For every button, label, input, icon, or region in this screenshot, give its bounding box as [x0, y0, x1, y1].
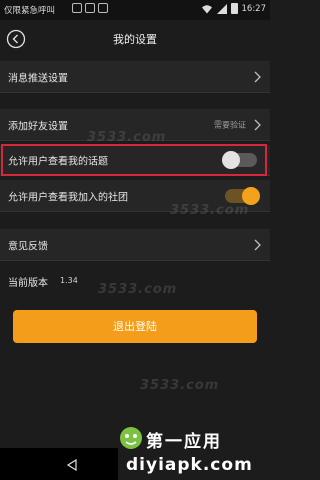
feedback-row[interactable]: 意见反馈	[0, 229, 270, 261]
status-time: 16:27	[241, 3, 267, 14]
brand-watermark: 第一应用 diyiapk.com	[118, 425, 268, 480]
brand-logo-icon	[120, 427, 142, 449]
logout-button[interactable]: 退出登陆	[13, 310, 257, 343]
toggle-knob	[242, 186, 260, 205]
wifi-icon	[201, 4, 212, 13]
highlight-box	[1, 144, 267, 176]
notification-icon	[72, 3, 82, 13]
watermark-text: 3533.com	[87, 130, 167, 145]
clubs-visibility-toggle[interactable]	[225, 186, 260, 205]
notification-icons	[72, 3, 108, 13]
status-icons: 16:27	[201, 3, 267, 14]
signal-icon	[216, 3, 227, 14]
version-label: 当前版本	[8, 278, 48, 289]
page-title: 我的设置	[113, 33, 157, 46]
push-settings-label: 消息推送设置	[8, 73, 68, 84]
version-value: 1.34	[60, 276, 78, 285]
chevron-right-icon	[254, 119, 261, 130]
watermark-text: 3533.com	[170, 203, 250, 218]
navigation-bar	[0, 448, 118, 480]
back-nav-icon[interactable]	[66, 459, 78, 471]
battery-icon	[230, 3, 238, 14]
notification-icon	[85, 3, 95, 13]
add-friend-value: 需要验证	[214, 120, 246, 129]
add-friend-settings-label: 添加好友设置	[8, 121, 68, 132]
push-settings-row[interactable]: 消息推送设置	[0, 61, 270, 93]
chevron-right-icon	[254, 239, 261, 250]
feedback-label: 意见反馈	[8, 241, 48, 252]
brand-url: diyiapk.com	[126, 455, 253, 475]
chevron-right-icon	[254, 71, 261, 82]
brand-title: 第一应用	[146, 432, 222, 452]
carrier-text: 仅限紧急呼叫	[4, 6, 56, 16]
watermark-text: 3533.com	[140, 378, 220, 393]
status-bar: 仅限紧急呼叫 16:27	[0, 0, 270, 20]
notification-icon	[98, 3, 108, 13]
clubs-visibility-label: 允许用户查看我加入的社团	[8, 192, 128, 203]
watermark-text: 3533.com	[98, 282, 178, 297]
app-header: 我的设置	[0, 20, 270, 58]
